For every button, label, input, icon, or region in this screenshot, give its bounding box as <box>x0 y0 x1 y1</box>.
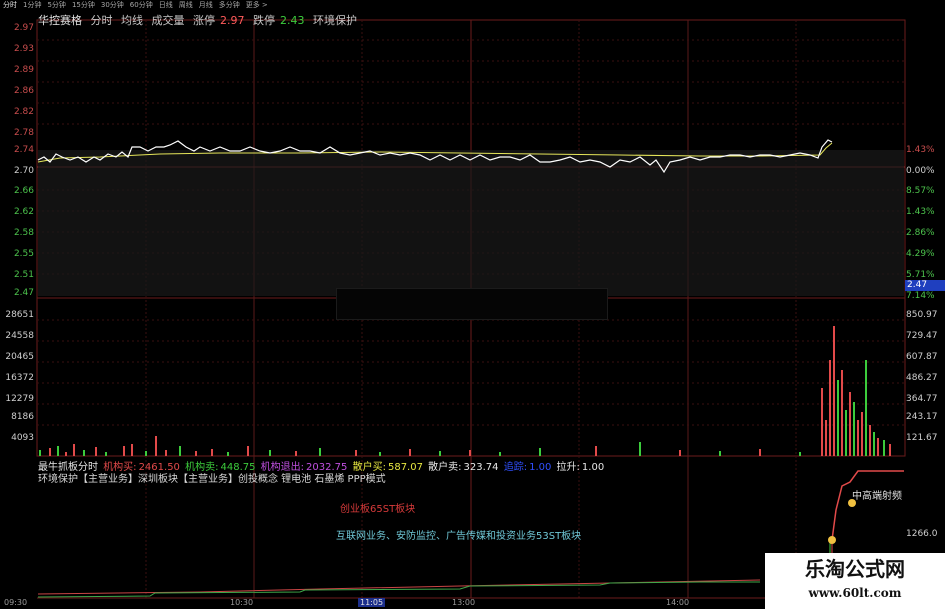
volume-tick: 20465 <box>5 352 34 362</box>
ind-value: 1.00 <box>529 462 552 473</box>
ind-value: 1.00 <box>581 462 605 473</box>
price-tick: 2.74 <box>13 145 34 155</box>
time-label: 14:00 <box>666 598 690 607</box>
volume-tick-right: 364.77 <box>906 394 938 404</box>
volume-tick: 4093 <box>11 433 34 443</box>
pct-tick: 5.71% <box>906 270 935 280</box>
sector-label: 环境保护 <box>313 14 357 27</box>
pct-tick: 8.57% <box>906 186 935 196</box>
stock-name: 华控赛格 <box>38 14 82 27</box>
price-tick: 2.55 <box>13 249 34 259</box>
current-price-tag: 2.47 <box>905 280 945 291</box>
header-item-intraday: 分时 <box>90 14 113 27</box>
header-item-avg: 均线 <box>121 14 143 27</box>
price-tick: 2.97 <box>13 23 34 33</box>
pct-tick: 7.14% <box>906 291 935 301</box>
redacted-box <box>336 288 608 320</box>
volume-tick-right: 486.27 <box>906 373 938 383</box>
volume-tick: 28651 <box>5 310 34 320</box>
time-label: 10:30 <box>230 598 254 607</box>
time-label: 09:30 <box>4 598 28 607</box>
volume-tick: 12279 <box>5 394 34 404</box>
volume-tick-right: 850.97 <box>906 310 938 320</box>
price-tick: 2.62 <box>13 207 34 217</box>
volume-tick-right: 121.67 <box>906 433 938 443</box>
pct-tick: 4.29% <box>906 249 935 259</box>
price-tick: 2.93 <box>13 44 34 54</box>
volume-tick-right: 607.87 <box>906 352 938 362</box>
indicator-right-value: 1266.0 <box>906 529 938 539</box>
volume-tick-right: 729.47 <box>906 331 938 341</box>
watermark: 乐淘公式网 www.60lt.com <box>765 553 945 609</box>
ind-label: 拉升: <box>556 462 580 473</box>
volume-bars <box>39 326 891 456</box>
volume-tick: 8186 <box>11 412 34 422</box>
red-note: 创业板65ST板块 <box>340 504 416 515</box>
price-tick: 2.86 <box>13 86 34 96</box>
time-label: 13:00 <box>452 598 476 607</box>
limit-up-value: 2.97 <box>220 14 245 27</box>
price-tick: 2.82 <box>13 107 34 117</box>
concepts-line: 环境保护【主营业务】深圳板块【主营业务】创投概念 锂电池 石墨烯 PPP模式 <box>38 474 386 485</box>
price-tick: 2.47 <box>13 288 34 298</box>
limit-up-label: 涨停 <box>193 14 215 27</box>
indicator-red-step <box>831 470 904 541</box>
volume-tick: 16372 <box>5 373 34 383</box>
watermark-title: 乐淘公式网 <box>805 557 905 581</box>
price-tick: 2.78 <box>13 128 34 138</box>
cyan-note: 互联网业务、安防监控、广告传媒和投资业务53ST板块 <box>336 531 582 542</box>
price-tick: 2.66 <box>13 186 34 196</box>
volume-tick-right: 243.17 <box>906 412 938 422</box>
signal-dot <box>828 536 836 544</box>
price-tick: 2.58 <box>13 228 34 238</box>
ind-label: 散户卖: <box>428 462 462 473</box>
chart-header: 华控赛格 分时 均线 成交量 涨停 2.97 跌停 2.43 环境保护 <box>38 12 362 28</box>
ind-value: 587.07 <box>387 462 423 473</box>
price-tick: 2.70 <box>13 166 34 176</box>
callout-label: 中高端射频 <box>852 491 902 502</box>
limit-down-value: 2.43 <box>280 14 305 27</box>
time-label-current: 11:05 <box>358 598 386 607</box>
ind-value: 323.74 <box>463 462 499 473</box>
header-item-volume: 成交量 <box>151 14 185 27</box>
watermark-url: www.60lt.com <box>808 586 902 600</box>
limit-down-label: 跌停 <box>253 14 275 27</box>
pct-tick: 0.00% <box>906 166 935 176</box>
volume-tick: 24558 <box>5 331 34 341</box>
price-tick: 2.51 <box>13 270 34 280</box>
ind-label: 追踪: <box>503 462 528 473</box>
pct-tick: 1.43% <box>906 207 935 217</box>
price-tick: 2.89 <box>13 65 34 75</box>
pct-tick: 1.43% <box>906 145 935 155</box>
pct-tick: 2.86% <box>906 228 935 238</box>
